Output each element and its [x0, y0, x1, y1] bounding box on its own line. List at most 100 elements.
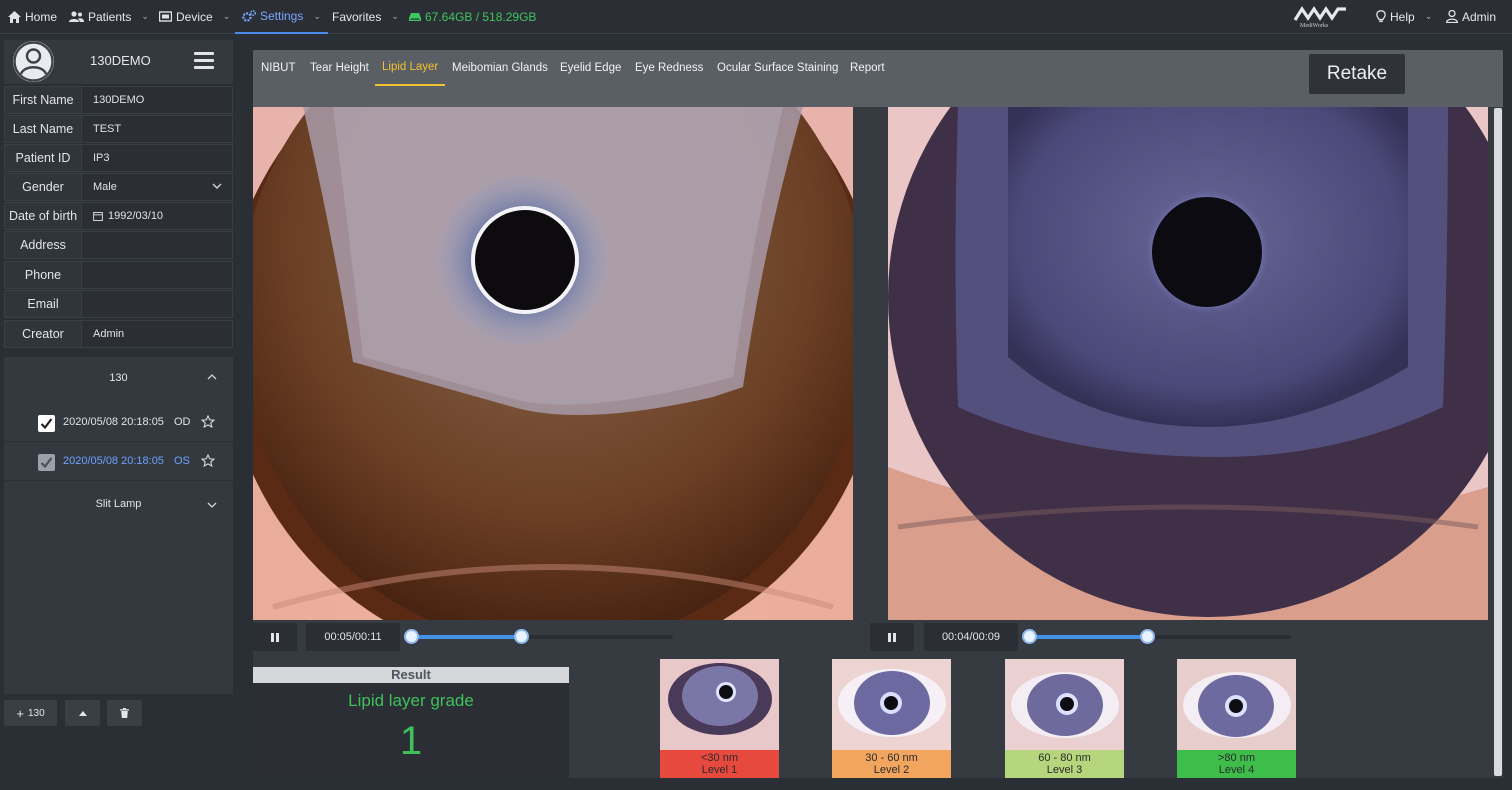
tab-lipid-layer[interactable]: Lipid Layer — [375, 50, 446, 86]
session-date: 2020/05/08 20:18:05 — [63, 416, 164, 428]
pause-button-os[interactable] — [870, 623, 914, 651]
tab-report[interactable]: Report — [850, 50, 885, 86]
eye-video-os[interactable] — [888, 107, 1488, 620]
nav-device[interactable]: Device ⌄ — [159, 0, 230, 33]
field-phone: Phone — [4, 261, 233, 289]
dob-input[interactable]: 1992/03/10 — [81, 203, 232, 229]
hamburger-menu-icon[interactable] — [194, 52, 214, 70]
chevron-up-icon[interactable] — [207, 373, 217, 380]
session-eye: OS — [174, 455, 190, 467]
users-icon — [69, 10, 84, 22]
nav-settings[interactable]: Settings ⌄ — [235, 0, 328, 34]
phone-label: Phone — [24, 268, 62, 282]
session-checkbox[interactable] — [38, 415, 55, 432]
nav-home-label: Home — [25, 9, 58, 24]
slit-lamp-group[interactable]: Slit Lamp — [4, 498, 233, 510]
level-3-label: Level 3 — [1046, 764, 1083, 776]
level-3-range: 60 - 80 nm — [1038, 752, 1091, 764]
nav-home[interactable]: Home — [8, 0, 57, 33]
level-reference-1[interactable]: <30 nm Level 1 — [660, 659, 779, 778]
level-reference-4[interactable]: >80 nm Level 4 — [1177, 659, 1296, 778]
patient-id-value[interactable]: IP3 — [93, 152, 110, 164]
chevron-down-icon — [212, 183, 222, 189]
range-start-handle[interactable] — [1022, 629, 1037, 644]
disk-icon — [409, 12, 421, 21]
add-session-button[interactable]: + 130 — [4, 700, 57, 726]
eye-video-od[interactable] — [253, 107, 853, 620]
level-reference-2[interactable]: 30 - 60 nm Level 2 — [832, 659, 951, 778]
nav-favorites[interactable]: Favorites ⌄ — [332, 0, 399, 33]
range-fill — [1029, 635, 1147, 639]
dob-label: Date of birth — [8, 209, 78, 223]
nav-device-label: Device — [176, 9, 213, 24]
pause-button-od[interactable] — [253, 623, 297, 651]
range-end-handle[interactable] — [514, 629, 530, 644]
device-icon — [159, 10, 172, 22]
field-first-name: First Name 130DEMO — [4, 86, 233, 114]
vertical-scrollbar[interactable] — [1494, 108, 1502, 776]
chevron-down-icon[interactable] — [207, 502, 217, 509]
session-group-title[interactable]: 130 — [4, 372, 233, 384]
session-date: 2020/05/08 20:18:05 — [63, 455, 164, 467]
session-list: 130 2020/05/08 20:18:05 OD 2020/05/08 20… — [4, 357, 233, 694]
pause-icon — [888, 632, 896, 642]
result-header: Result — [253, 667, 569, 683]
plus-icon: + — [16, 705, 24, 721]
tab-tear-height[interactable]: Tear Height — [310, 50, 369, 86]
session-row[interactable]: 2020/05/08 20:18:05 OS — [4, 442, 233, 481]
session-checkbox[interactable] — [38, 454, 55, 471]
tab-meibomian-glands[interactable]: Meibomian Glands — [452, 50, 548, 86]
range-end-handle[interactable] — [1139, 629, 1155, 644]
video-time-os: 00:04/00:09 — [924, 623, 1018, 651]
session-row[interactable]: 2020/05/08 20:18:05 OD — [4, 403, 233, 442]
creator-label: Creator — [22, 327, 64, 341]
nav-admin-label: Admin — [1462, 9, 1497, 24]
video-range-slider-od[interactable] — [404, 629, 673, 644]
level-2-eye-thumbnail — [832, 659, 951, 750]
field-email: Email — [4, 290, 233, 318]
result-panel: Lipid layer grade 1 — [253, 683, 569, 778]
video-range-slider-os[interactable] — [1022, 629, 1291, 644]
last-name-label: Last Name — [12, 122, 74, 136]
nav-admin[interactable]: Admin — [1446, 0, 1496, 33]
star-icon[interactable] — [201, 454, 215, 467]
level-3-caption: 60 - 80 nm Level 3 — [1005, 750, 1124, 778]
user-avatar-icon — [13, 41, 54, 82]
last-name-value[interactable]: TEST — [93, 123, 121, 135]
tab-ocular-surface-staining[interactable]: Ocular Surface Staining — [717, 50, 838, 86]
dob-value: 1992/03/10 — [108, 210, 164, 222]
level-4-caption: >80 nm Level 4 — [1177, 750, 1296, 778]
home-icon — [8, 10, 21, 23]
field-date-of-birth: Date of birth 1992/03/10 — [4, 202, 233, 230]
field-patient-id: Patient ID IP3 — [4, 144, 233, 172]
nav-help[interactable]: Help ⌄ — [1376, 0, 1432, 33]
move-up-button[interactable] — [65, 700, 100, 726]
pause-icon — [271, 632, 279, 642]
level-2-label: Level 2 — [873, 764, 910, 776]
range-start-handle[interactable] — [404, 629, 419, 644]
mediworks-logo: MediWorks — [1293, 6, 1346, 29]
star-icon[interactable] — [201, 415, 215, 428]
level-reference-3[interactable]: 60 - 80 nm Level 3 — [1005, 659, 1124, 778]
field-address: Address — [4, 231, 233, 259]
nav-favorites-label: Favorites — [332, 9, 382, 24]
video-time-od: 00:05/00:11 — [306, 623, 400, 651]
nav-help-label: Help — [1390, 9, 1415, 24]
tab-eyelid-edge[interactable]: Eyelid Edge — [560, 50, 621, 86]
retake-button[interactable]: Retake — [1309, 54, 1405, 94]
chevron-down-icon: ⌄ — [391, 11, 399, 21]
range-fill — [411, 635, 522, 639]
delete-button[interactable] — [107, 700, 142, 726]
first-name-value[interactable]: 130DEMO — [93, 94, 144, 106]
lipid-layer-grade-label: Lipid layer grade — [348, 691, 474, 710]
nav-patients-label: Patients — [88, 9, 132, 24]
level-4-eye-thumbnail — [1177, 659, 1296, 750]
tab-eye-redness[interactable]: Eye Redness — [635, 50, 703, 86]
level-4-range: >80 nm — [1218, 752, 1255, 764]
nav-patients[interactable]: Patients ⌄ — [69, 0, 149, 33]
lipid-layer-grade-value: 1 — [399, 719, 423, 763]
gender-select[interactable]: Male — [81, 174, 232, 200]
field-creator: Creator Admin — [4, 320, 233, 348]
admin-user-icon — [1446, 10, 1458, 23]
tab-nibut[interactable]: NIBUT — [261, 50, 296, 86]
